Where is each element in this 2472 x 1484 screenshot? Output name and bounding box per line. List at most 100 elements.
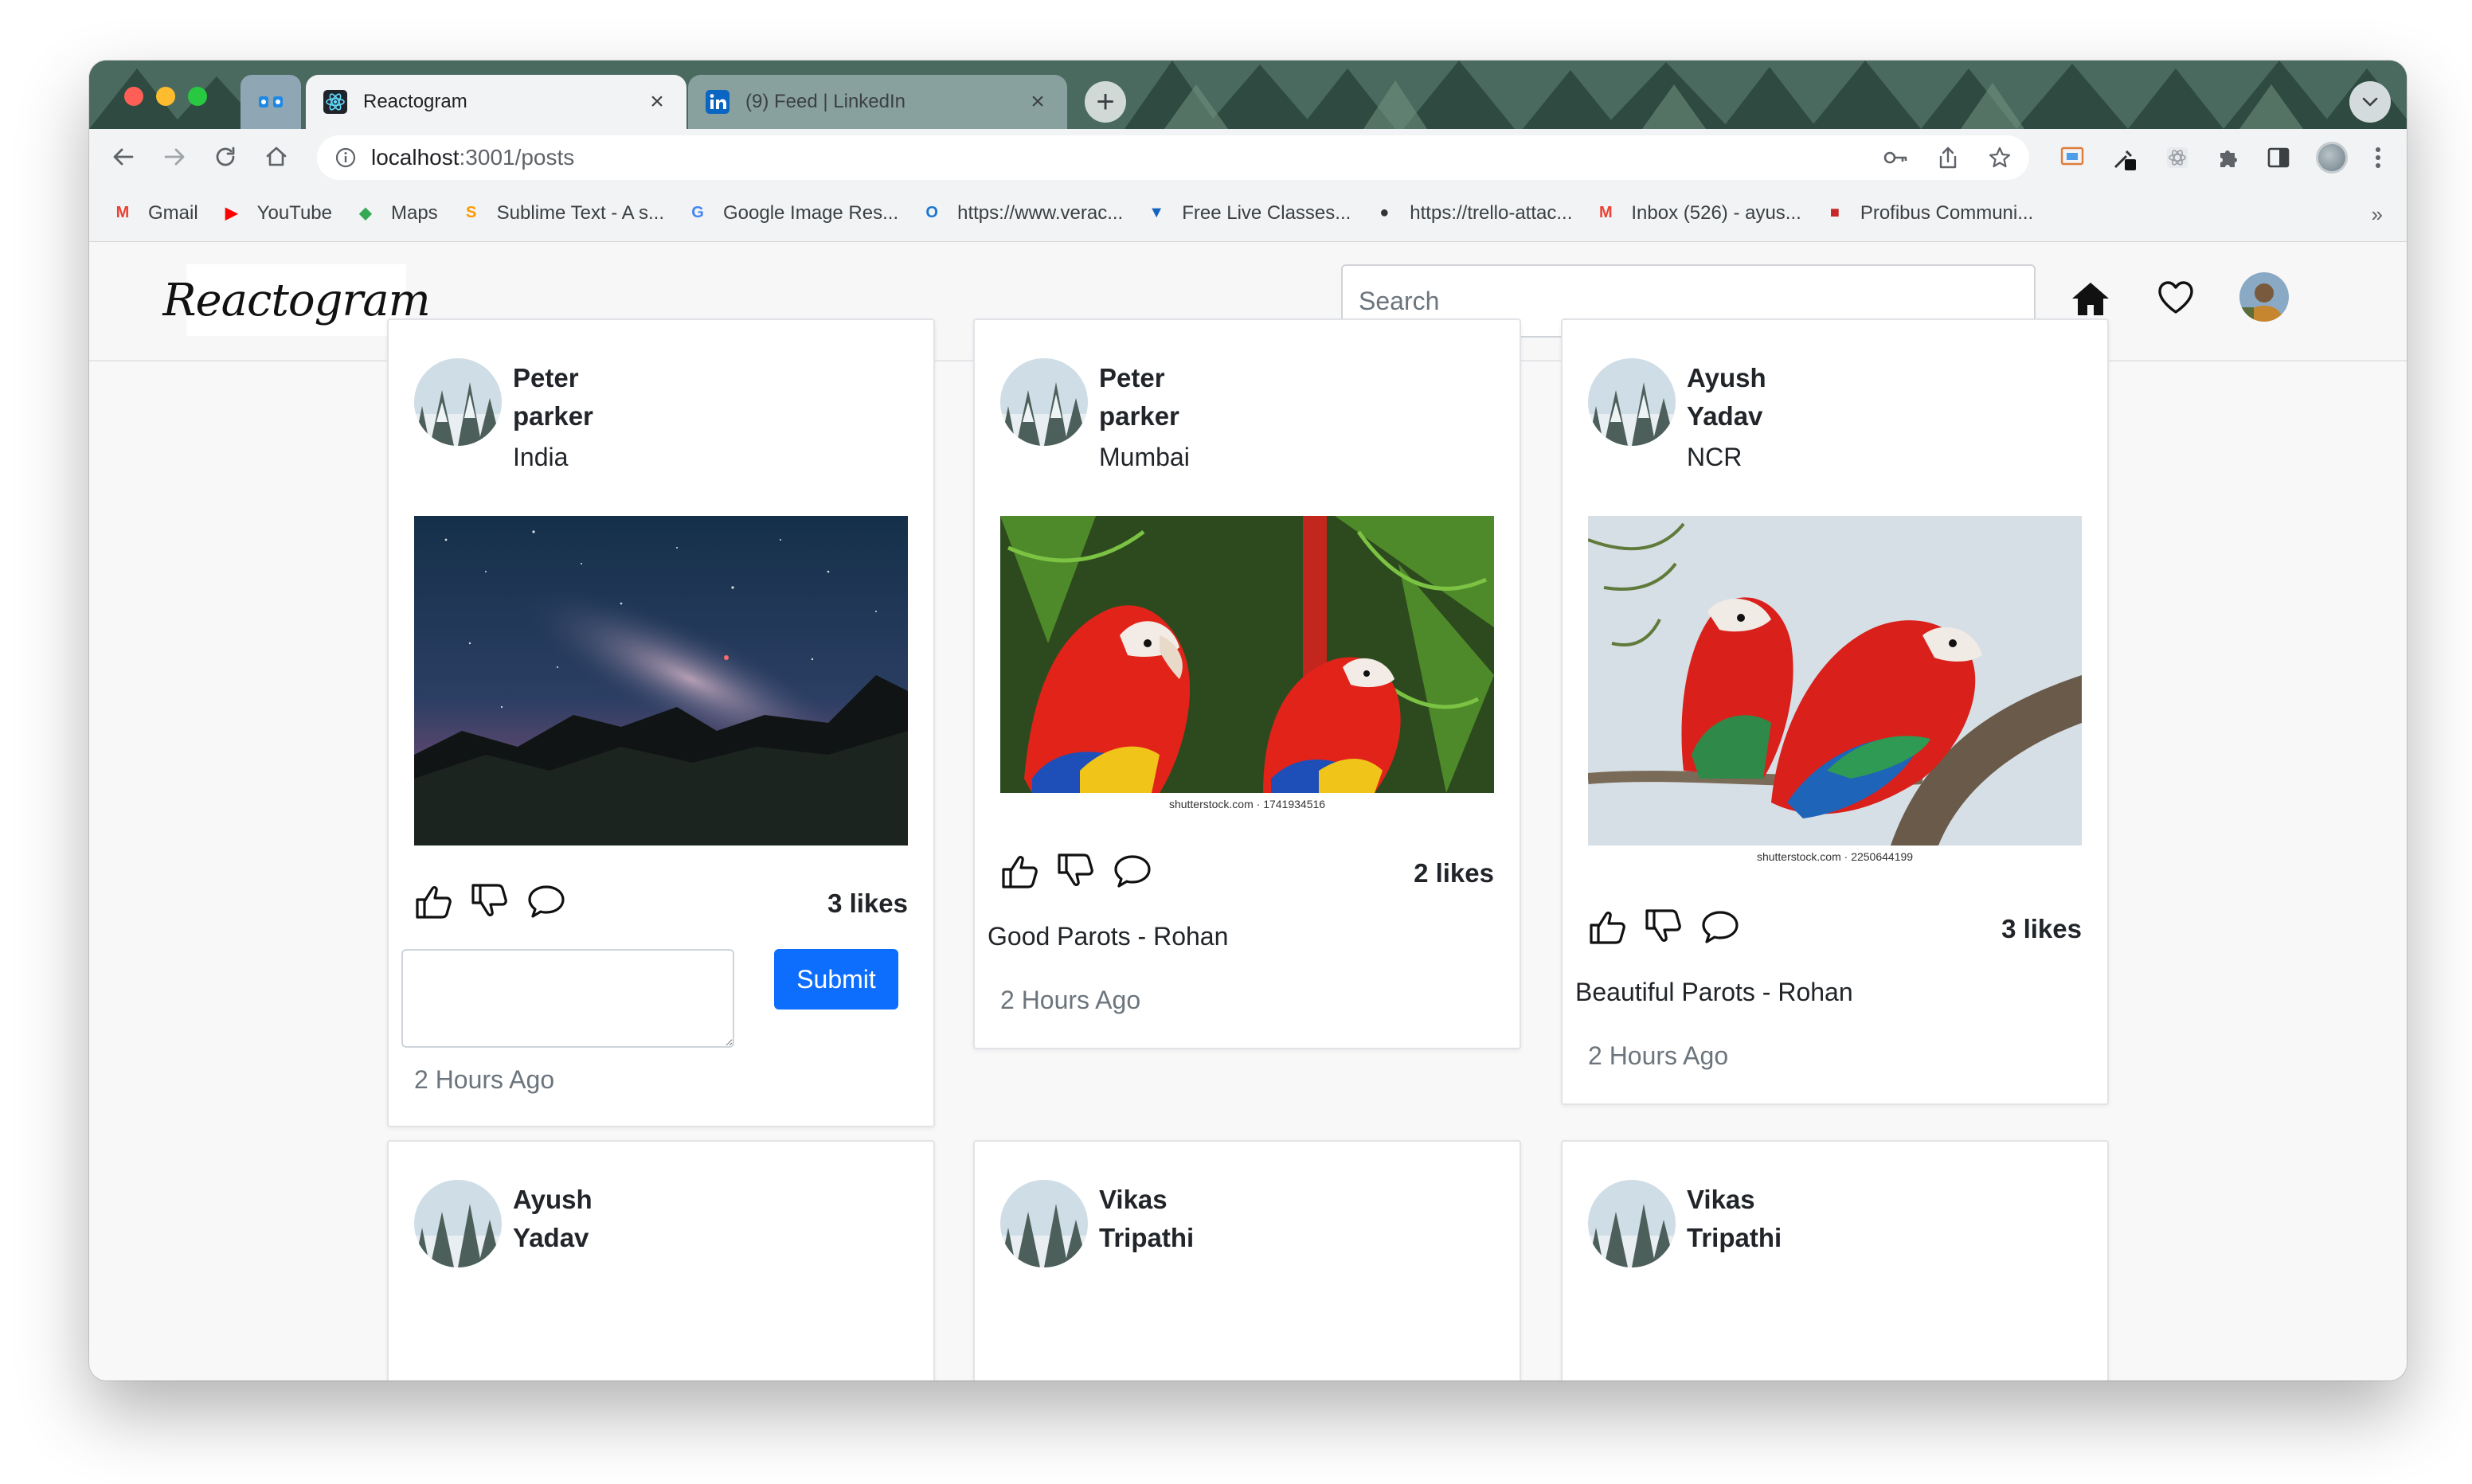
chevron-down-icon — [2362, 97, 2378, 107]
post-image[interactable] — [1000, 516, 1494, 793]
post-author-first-name[interactable]: Ayush — [513, 1185, 593, 1215]
minimize-window-button[interactable] — [156, 87, 175, 106]
close-tab-icon[interactable]: × — [645, 90, 669, 114]
post-author-first-name[interactable]: Vikas — [1099, 1185, 1168, 1215]
tab-search-button[interactable] — [2349, 81, 2391, 123]
app-logo[interactable]: Reactogram — [162, 264, 431, 336]
bookmark-item[interactable]: M Gmail — [111, 202, 198, 225]
post-author-last-name[interactable]: Tripathi — [1687, 1223, 1782, 1253]
bookmark-item[interactable]: ▼ Free Live Classes... — [1145, 202, 1351, 225]
extension-icons — [2059, 142, 2383, 174]
bookmark-item[interactable]: ▶ YouTube — [221, 202, 332, 225]
thumbs-down-icon[interactable] — [470, 882, 511, 920]
post-author-avatar[interactable] — [1000, 1180, 1088, 1267]
pinned-tab[interactable] — [241, 75, 301, 129]
close-window-button[interactable] — [124, 87, 143, 106]
likes-nav-button[interactable] — [2157, 280, 2195, 319]
sidebar-icon[interactable] — [2267, 146, 2290, 170]
bookmark-item[interactable]: G Google Image Res... — [686, 202, 898, 225]
url-path: :3001/posts — [459, 145, 575, 170]
post-location: India — [513, 443, 569, 471]
bookmark-item[interactable]: ◆ Maps — [354, 202, 437, 225]
reload-button[interactable] — [210, 142, 241, 172]
post-author-first-name[interactable]: Peter — [513, 363, 579, 393]
address-bar[interactable]: localhost:3001/posts — [317, 135, 2029, 180]
post-author-last-name[interactable]: Yadav — [513, 1223, 589, 1253]
eyedropper-extension-icon[interactable] — [2110, 143, 2139, 172]
post-caption: Good Parots - Rohan — [988, 922, 1229, 951]
youtube-icon: ▶ — [225, 205, 238, 222]
post-author-first-name[interactable]: Vikas — [1687, 1185, 1755, 1215]
snowy-forest-avatar-image — [1000, 1180, 1088, 1267]
post-author-avatar[interactable] — [414, 1180, 502, 1267]
star-icon[interactable] — [1988, 146, 2012, 170]
comment-icon[interactable] — [1112, 852, 1153, 890]
bookmark-item[interactable]: S Sublime Text - A s... — [460, 202, 664, 225]
snowy-forest-avatar-image — [414, 1180, 502, 1267]
post-location: Mumbai — [1099, 443, 1190, 471]
react-devtools-icon[interactable] — [2165, 145, 2190, 170]
search-placeholder: Search — [1359, 286, 1440, 315]
image-credit: shutterstock.com · 1741934516 — [1168, 798, 1326, 810]
post-author-last-name[interactable]: parker — [513, 401, 593, 432]
bookmark-label: https://www.verac... — [957, 201, 1124, 224]
puzzle-icon[interactable] — [2216, 145, 2241, 170]
new-tab-button[interactable]: + — [1085, 81, 1126, 123]
tab-title: (9) Feed | LinkedIn — [745, 91, 906, 112]
post-author-avatar[interactable] — [414, 358, 502, 446]
post-time: 2 Hours Ago — [414, 1065, 555, 1094]
title-bar: Reactogram × (9) Feed | LinkedIn × + — [89, 61, 2407, 129]
forward-button[interactable] — [159, 142, 190, 172]
bookmarks-bar: M Gmail ▶ YouTube ◆ Maps S Sublime Text - A s..… — [89, 185, 2407, 242]
submit-comment-button[interactable]: Submit — [774, 949, 898, 1010]
browser-toolbar: localhost:3001/posts — [89, 129, 2407, 185]
post-author-avatar[interactable] — [1588, 358, 1676, 446]
info-icon[interactable] — [334, 146, 357, 169]
thumbs-down-icon[interactable] — [1056, 852, 1097, 890]
key-icon[interactable] — [1883, 148, 1908, 167]
post-author-first-name[interactable]: Ayush — [1687, 363, 1766, 393]
profile-avatar[interactable] — [2316, 142, 2348, 174]
classes-icon: ▼ — [1148, 204, 1165, 221]
tab-reactogram[interactable]: Reactogram × — [306, 75, 686, 129]
heart-icon — [2158, 281, 2193, 314]
thumbs-down-icon[interactable] — [1644, 908, 1685, 946]
thumbs-up-icon[interactable] — [1588, 908, 1629, 946]
post-card: Vikas Tripathi — [1561, 1140, 2109, 1381]
post-card: Peter parker Mumbai shutterstock.com · 1… — [973, 318, 1521, 1049]
thumbs-up-icon[interactable] — [1000, 852, 1042, 890]
user-avatar[interactable] — [2239, 272, 2289, 322]
share-icon[interactable] — [1937, 146, 1959, 170]
back-button[interactable] — [108, 142, 139, 172]
comment-icon[interactable] — [526, 882, 567, 920]
bookmark-label: Inbox (526) - ayus... — [1631, 201, 1801, 224]
thumbs-up-icon[interactable] — [414, 882, 456, 920]
post-likes-count: 3 likes — [827, 888, 908, 918]
kebab-menu-icon[interactable] — [2373, 145, 2383, 170]
post-author-first-name[interactable]: Peter — [1099, 363, 1165, 393]
post-author-last-name[interactable]: parker — [1099, 401, 1179, 432]
post-image[interactable] — [414, 516, 908, 845]
snowy-forest-avatar-image — [1000, 358, 1088, 446]
bookmarks-overflow-icon[interactable]: » — [2372, 202, 2383, 227]
home-button[interactable] — [261, 142, 291, 172]
maximize-window-button[interactable] — [188, 87, 207, 106]
post-image[interactable] — [1588, 516, 2082, 845]
comment-icon[interactable] — [1699, 908, 1741, 946]
bookmark-item[interactable]: Ohttps://www.verac... — [921, 202, 1123, 225]
arrow-left-icon — [113, 148, 134, 166]
comment-textarea[interactable] — [401, 949, 734, 1048]
bookmark-item[interactable]: M Inbox (526) - ayus... — [1594, 202, 1801, 225]
post-author-avatar[interactable] — [1000, 358, 1088, 446]
tab-linkedin[interactable]: (9) Feed | LinkedIn × — [688, 75, 1067, 129]
url-text[interactable]: localhost:3001/posts — [371, 145, 1883, 170]
cast-icon[interactable] — [2059, 146, 2085, 170]
home-nav-button[interactable] — [2071, 280, 2110, 321]
post-author-last-name[interactable]: Yadav — [1687, 401, 1762, 432]
bookmark-item[interactable]: ■ Profibus Communi... — [1824, 202, 2033, 225]
close-tab-icon[interactable]: × — [1026, 90, 1050, 114]
bookmark-item[interactable]: ● https://trello-attac... — [1373, 202, 1572, 225]
post-author-avatar[interactable] — [1588, 1180, 1676, 1267]
app-page: Reactogram Search Peter parker India 3 l… — [89, 242, 2407, 1381]
post-author-last-name[interactable]: Tripathi — [1099, 1223, 1194, 1253]
